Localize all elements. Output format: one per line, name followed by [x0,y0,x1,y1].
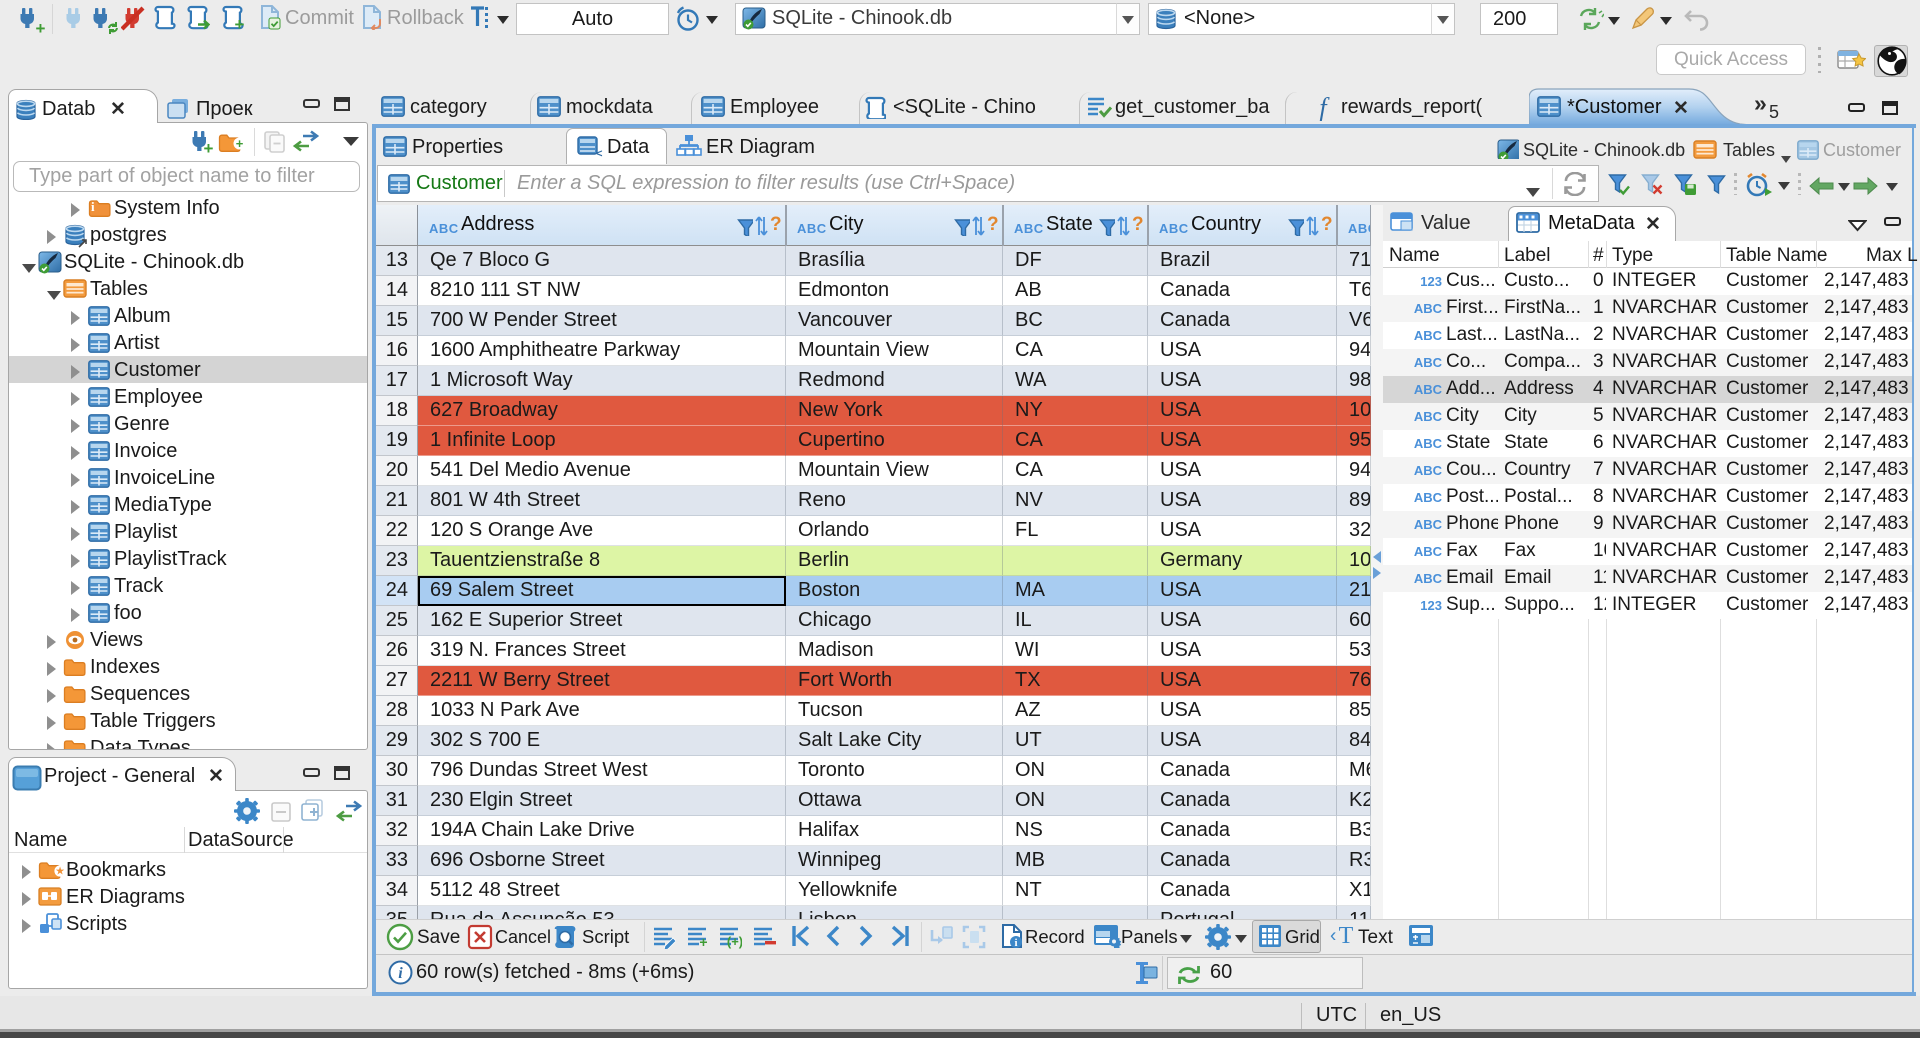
svg-text:T: T [1339,924,1354,948]
svg-text:i: i [398,965,403,982]
svg-text:+: + [36,19,46,34]
svg-text:f: f [1319,95,1330,121]
svg-text:+: + [699,934,707,949]
svg-text:(+): (+) [727,934,742,949]
svg-text:★: ★ [55,865,65,876]
svg-text:+: + [235,15,245,30]
svg-text:i: i [1014,937,1017,949]
svg-text:<>: <> [596,149,603,158]
